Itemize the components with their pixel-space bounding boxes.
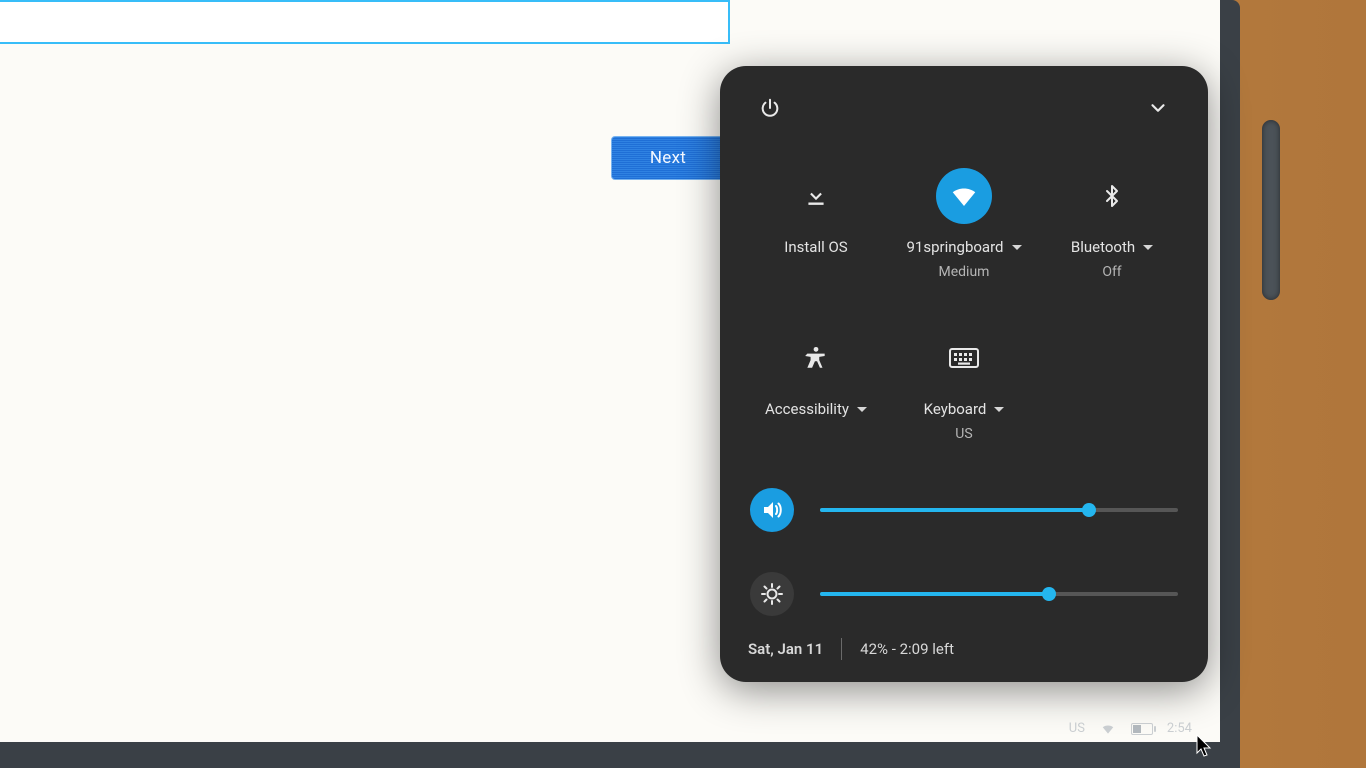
display-area: Next — [0, 0, 1220, 742]
power-icon — [759, 97, 781, 119]
shelf-status-tray[interactable]: US 2:54 — [1069, 721, 1192, 736]
chevron-down-icon — [1147, 97, 1169, 119]
next-button-label: Next — [650, 148, 686, 168]
footer-divider — [841, 638, 842, 660]
caret-down-icon — [1012, 245, 1022, 250]
volume-slider[interactable] — [820, 508, 1178, 512]
tile-sublabel: US — [955, 426, 972, 442]
tile-sublabel: Off — [1102, 264, 1121, 280]
footer-date: Sat, Jan 11 — [748, 640, 823, 658]
panel-footer: Sat, Jan 11 42% - 2:09 left — [748, 638, 1180, 660]
tile-label: Install OS — [784, 238, 847, 256]
quick-settings-panel: Install OS . 91springboard Medium — [720, 66, 1208, 682]
battery-icon — [1131, 723, 1153, 735]
brightness-icon — [760, 582, 784, 606]
brightness-slider[interactable] — [820, 592, 1178, 596]
text-input-outline[interactable] — [0, 0, 730, 44]
tray-ime-indicator: US — [1069, 721, 1085, 736]
tile-install-os[interactable]: Install OS . — [744, 168, 888, 280]
tile-accessibility[interactable]: Accessibility . — [744, 330, 888, 442]
bluetooth-icon — [1100, 182, 1124, 210]
tile-label: 91springboard — [906, 238, 1003, 256]
power-button[interactable] — [752, 90, 788, 126]
tile-keyboard[interactable]: Keyboard US — [892, 330, 1036, 442]
tile-label: Keyboard — [924, 400, 987, 418]
tile-wifi[interactable]: 91springboard Medium — [892, 168, 1036, 280]
caret-down-icon — [857, 407, 867, 412]
accessibility-icon — [803, 345, 829, 371]
volume-slider-row — [744, 488, 1184, 532]
volume-toggle[interactable] — [750, 488, 794, 532]
hardware-volume-rocker — [1262, 120, 1280, 300]
tile-label: Bluetooth — [1071, 238, 1135, 256]
next-button[interactable]: Next — [611, 136, 725, 180]
tile-label: Accessibility — [765, 400, 849, 418]
download-icon — [803, 183, 829, 209]
collapse-button[interactable] — [1140, 90, 1176, 126]
caret-down-icon — [1143, 245, 1153, 250]
tile-bluetooth[interactable]: Bluetooth Off — [1040, 168, 1184, 280]
wifi-icon — [949, 181, 979, 211]
keyboard-icon — [949, 347, 979, 369]
tray-clock: 2:54 — [1167, 721, 1192, 736]
tile-sublabel: Medium — [939, 264, 990, 280]
wifi-icon — [1099, 722, 1117, 736]
volume-icon — [760, 498, 784, 522]
footer-battery: 42% - 2:09 left — [860, 640, 954, 658]
caret-down-icon — [994, 407, 1004, 412]
brightness-toggle[interactable] — [750, 572, 794, 616]
brightness-slider-row — [744, 572, 1184, 616]
